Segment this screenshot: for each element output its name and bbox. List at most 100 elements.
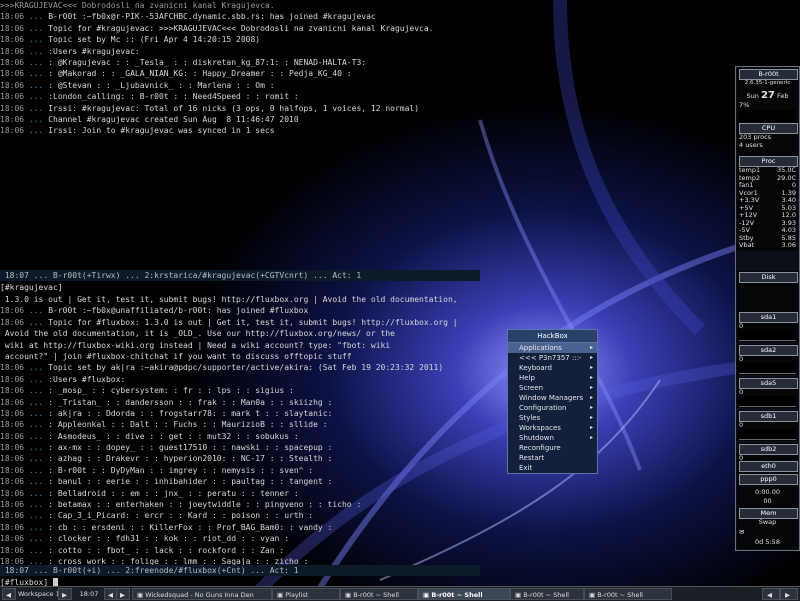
line-separator: ... <box>24 92 49 102</box>
menu-item[interactable]: Restart <box>508 453 597 463</box>
line-timestamp: 18:06 <box>0 57 25 67</box>
menu-item[interactable]: Applications ▸ <box>508 343 597 353</box>
disk-value: 0 <box>739 322 744 330</box>
menu-item-label: Exit <box>519 464 533 472</box>
line-text: B-r00t :~fb0x@unaffiliated/b-r00t: has j… <box>48 306 309 316</box>
chat-line: 18:06 ... : @Makorad : : _GALA_NIAN_KG: … <box>0 68 480 79</box>
line-separator: ... <box>24 397 49 407</box>
submenu-arrow-icon: ▸ <box>589 384 593 391</box>
fluxbox-root-menu[interactable]: HackBox Applications ▸ <<< P3n7357 :::- ▸ Ke… <box>507 329 598 474</box>
line-text: Topic for #fluxbox: 1.3.0 is out | Get i… <box>48 317 458 327</box>
line-timestamp: 18:06 <box>0 488 25 498</box>
menu-item[interactable]: Configuration ▸ <box>508 403 597 413</box>
submenu-arrow-icon: ▸ <box>589 374 593 381</box>
workspace-name[interactable]: Workspace 1 <box>16 588 60 600</box>
line-text: account?" | join #fluxbox-chitchat if yo… <box>4 351 352 361</box>
taskbar-window-button[interactable]: ▣ B-r00t ~ Shell <box>418 588 510 600</box>
line-timestamp: 18:06 <box>0 35 25 45</box>
line-text: : clocker : : fdh31 : : kok : : riot_dd … <box>48 534 290 544</box>
line-separator: ... <box>24 126 49 136</box>
menu-item-label: Styles <box>519 414 541 422</box>
irssi-window-fluxbox[interactable]: 1.3.0 is out | Get it, test it, submit b… <box>0 294 480 576</box>
chat-line: 18:06 ... : @Stevan : : _Ljubavnick_ : :… <box>0 80 480 91</box>
line-timestamp: 18:06 <box>0 408 25 418</box>
menu-item-label: Configuration <box>519 404 567 412</box>
taskbar-window-label: B-r00t ~ Shell <box>523 591 569 599</box>
irssi-input-kragujevac[interactable]: [#kragujevac] <box>0 282 480 293</box>
taskbar-window-label: Playlist <box>285 591 309 599</box>
cpu-percent: 7% <box>739 101 750 109</box>
line-text: Topic set by ak|ra :~akira@pdpc/supporte… <box>48 363 444 373</box>
line-separator: ... <box>24 534 49 544</box>
disk-graph <box>739 396 796 407</box>
chat-line: 18:06 ... : Appleonkal : : Dalt : : Fuch… <box>0 419 480 430</box>
gkrellm-monitor[interactable]: B-r00t 2.6.35-1-generic Sun 27 Feb 7% CP… <box>735 66 800 551</box>
clock-next-button[interactable]: ▶ <box>116 588 130 600</box>
users-count: 4 users <box>739 141 763 149</box>
sensor-value: 35.0C <box>776 166 796 174</box>
net-name: ppp0 <box>739 474 798 485</box>
chat-line: wiki at http://fluxbox-wiki.org instead … <box>0 340 480 351</box>
menu-item[interactable]: Keyboard ▸ <box>508 363 597 373</box>
workspace-next-button[interactable]: ▶ <box>58 588 72 600</box>
line-separator: ... <box>24 306 49 316</box>
submenu-arrow-icon: ▸ <box>589 344 593 351</box>
line-separator: ... <box>24 477 49 487</box>
menu-item-label: Reconfigure <box>519 444 561 452</box>
iconbar-prev-button[interactable]: ◀ <box>762 588 780 600</box>
chat-line: 18:06 ... Topic for #fluxbox: 1.3.0 is o… <box>0 317 480 328</box>
line-text: : azhag : : Drakevr : : hyperion2010: : … <box>48 454 333 464</box>
fluxbox-toolbar: ◀ Workspace 1 ▶ 18:07 ◀ ▶ ▣ Wickedsquad … <box>0 586 800 601</box>
menu-item[interactable]: Exit <box>508 463 597 473</box>
iconbar-next-button[interactable]: ▶ <box>780 588 798 600</box>
line-text: Irssi: Join to #kragujevac was synced in… <box>48 126 275 136</box>
menu-item[interactable]: Help ▸ <box>508 373 597 383</box>
menu-item[interactable]: Window Managers ▸ <box>508 393 597 403</box>
taskbar-window-label: B-r00t ~ Shell <box>353 591 399 599</box>
line-text: Avoid the old documentation, it is _OLD_… <box>4 329 395 339</box>
line-separator: ... <box>24 386 49 396</box>
taskbar-window-button[interactable]: ▣ B-r00t ~ Shell <box>584 588 672 600</box>
menu-title: HackBox <box>508 330 597 343</box>
swap-label: Swap <box>758 518 777 526</box>
chat-line: account?" | join #fluxbox-chitchat if yo… <box>0 351 480 362</box>
line-separator: ... <box>24 420 49 430</box>
line-timestamp: 18:06 <box>0 80 25 90</box>
chat-line: >>>KRAGUJEVAC<<< Dobrodosli na zvanicni … <box>0 0 480 11</box>
submenu-arrow-icon: ▸ <box>589 414 593 421</box>
taskbar-window-button[interactable]: ▣ B-r00t ~ Shell <box>340 588 418 600</box>
sensor-value: 4.03 <box>781 226 796 234</box>
menu-item[interactable]: Screen ▸ <box>508 383 597 393</box>
chat-line: 18:06 ... : @Kragujevac : : _Tesla_ : : … <box>0 57 480 68</box>
line-timestamp: 18:06 <box>0 363 25 373</box>
calendar-date: 27 <box>760 90 775 101</box>
sensor-name: Vbat <box>739 241 755 249</box>
line-text: :London_calling: : B-r00t : : Need4Speed… <box>48 92 299 102</box>
disk-graph <box>739 363 796 374</box>
line-timestamp: 18:06 <box>0 46 25 56</box>
proc-section: Proc temp1 35.0C temp2 29.0C fan1 0 Vcor1 1.39 +… <box>737 155 798 251</box>
line-text: : _Tristan_ : : dandersson : : frak : : … <box>48 397 333 407</box>
line-text: : ax-mx : : dopey_ : : guest17510 : : na… <box>48 443 333 453</box>
irssi-window-kragujevac[interactable]: >>>KRAGUJEVAC<<< Dobrodosli na zvanicni … <box>0 0 480 270</box>
disk-name: sdb2 <box>739 444 798 455</box>
line-separator: ... <box>24 431 49 441</box>
line-timestamp: 18:06 <box>0 443 25 453</box>
taskbar-window-button[interactable]: ▣ Playlist <box>272 588 340 600</box>
terminal-icon: ▣ <box>345 591 354 599</box>
workspace-prev-button[interactable]: ◀ <box>2 588 16 600</box>
line-separator: ... <box>24 465 49 475</box>
menu-item[interactable]: Styles ▸ <box>508 413 597 423</box>
menu-item[interactable]: <<< P3n7357 :::- ▸ <box>508 353 597 363</box>
calendar-day: Sun <box>746 92 759 100</box>
menu-item[interactable]: Reconfigure <box>508 443 597 453</box>
disk-name: sdb1 <box>739 411 798 422</box>
chat-line: 18:06 ... : banul : : eerie : : inhibahi… <box>0 476 480 487</box>
uptime-bottom: 0d 5:58 <box>755 538 780 546</box>
line-text: : cb : : ersdeni : : KillerFox : : Prof_… <box>48 522 333 532</box>
menu-item[interactable]: Shutdown ▸ <box>508 433 597 443</box>
menu-item[interactable]: Workspaces ▸ <box>508 423 597 433</box>
taskbar-window-button[interactable]: ▣ B-r00t ~ Shell <box>510 588 584 600</box>
line-text: Channel #kragujevac created Sun Aug 8 11… <box>48 114 299 124</box>
taskbar-window-button[interactable]: ▣ Wickedsquad - No Guns Inna Den <box>132 588 272 600</box>
